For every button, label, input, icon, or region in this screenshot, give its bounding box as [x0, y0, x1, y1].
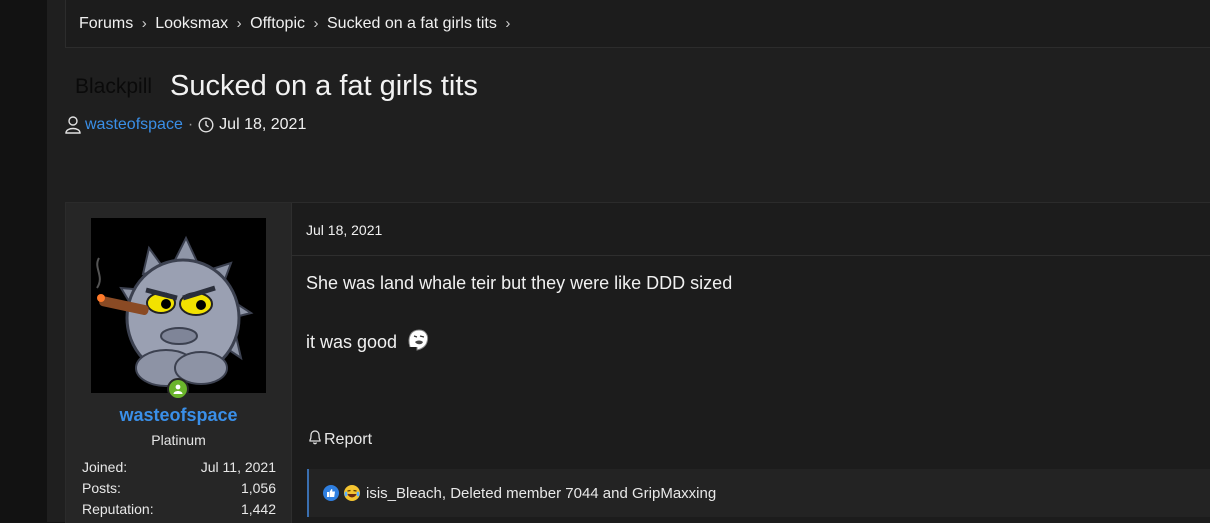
- page: Forums › Looksmax › Offtopic › Sucked on…: [47, 0, 1210, 523]
- breadcrumb-item-forums[interactable]: Forums: [66, 15, 133, 33]
- post-message-cell: Jul 18, 2021 She was land whale teir but…: [292, 203, 1210, 523]
- meta-separator: ·: [187, 116, 194, 133]
- stat-label: Joined:: [82, 459, 128, 475]
- page-title: Sucked on a fat girls tits: [170, 70, 478, 102]
- stat-value[interactable]: 1,056: [241, 478, 276, 499]
- breadcrumb-item-thread[interactable]: Sucked on a fat girls tits: [327, 15, 497, 33]
- thread-meta: wasteofspace · Jul 18, 2021: [65, 116, 306, 134]
- post-username[interactable]: wasteofspace: [66, 405, 291, 426]
- stat-label: Reputation:: [82, 501, 154, 517]
- report-label[interactable]: Report: [324, 431, 372, 449]
- chevron-right-icon: ›: [505, 15, 511, 32]
- thread-date[interactable]: Jul 18, 2021: [219, 116, 306, 134]
- report-button[interactable]: Report: [308, 429, 372, 450]
- breadcrumb: Forums › Looksmax › Offtopic › Sucked on…: [65, 0, 1210, 48]
- post: wasteofspace Platinum Joined: Jul 11, 20…: [65, 202, 1210, 523]
- breadcrumb-label[interactable]: Forums: [66, 15, 133, 33]
- like-icon: [323, 485, 339, 501]
- breadcrumb-item-offtopic[interactable]: Offtopic: [250, 15, 305, 33]
- user-stats: Joined: Jul 11, 2021 Posts: 1,056 Reputa…: [82, 457, 276, 520]
- user-icon: [65, 116, 81, 134]
- breadcrumb-item-looksmax[interactable]: Looksmax: [155, 15, 228, 33]
- left-gutter: [0, 0, 47, 522]
- breadcrumb-label[interactable]: Offtopic: [250, 15, 305, 33]
- post-user-cell: wasteofspace Platinum Joined: Jul 11, 20…: [66, 203, 292, 523]
- bell-icon: [308, 429, 324, 450]
- thread-header: Blackpill Sucked on a fat girls tits: [75, 70, 478, 103]
- chevron-right-icon: ›: [313, 15, 319, 32]
- stat-value: 1,442: [240, 501, 276, 517]
- breadcrumb-label[interactable]: Sucked on a fat girls tits: [327, 15, 497, 33]
- reactions-list[interactable]: isis_Bleach, Deleted member 7044 and Gri…: [366, 485, 716, 502]
- chevron-right-icon: ›: [141, 15, 147, 32]
- divider: [292, 255, 1210, 256]
- post-date[interactable]: Jul 18, 2021: [306, 222, 382, 238]
- online-icon: [167, 378, 189, 400]
- stat-value: Jul 11, 2021: [200, 459, 276, 475]
- thread-prefix[interactable]: Blackpill: [75, 75, 152, 99]
- avatar[interactable]: [91, 218, 266, 393]
- post-body-line-2: it was good: [306, 327, 431, 358]
- stat-row-reputation: Reputation: 1,442: [82, 499, 276, 520]
- reactions-bar[interactable]: isis_Bleach, Deleted member 7044 and Gri…: [307, 469, 1210, 517]
- stat-row-joined: Joined: Jul 11, 2021: [82, 457, 276, 478]
- smiley-face-icon: [405, 327, 431, 358]
- post-body-line: She was land whale teir but they were li…: [306, 273, 733, 293]
- user-title: Platinum: [151, 432, 206, 448]
- thread-author-link[interactable]: wasteofspace: [85, 116, 183, 134]
- cry-laugh-icon: [343, 484, 361, 502]
- stat-row-posts: Posts: 1,056: [82, 478, 276, 499]
- stat-label: Posts:: [82, 480, 121, 496]
- post-body-text: it was good: [306, 332, 398, 352]
- chevron-right-icon: ›: [236, 15, 242, 32]
- clock-icon: [198, 117, 214, 133]
- breadcrumb-label[interactable]: Looksmax: [155, 15, 228, 33]
